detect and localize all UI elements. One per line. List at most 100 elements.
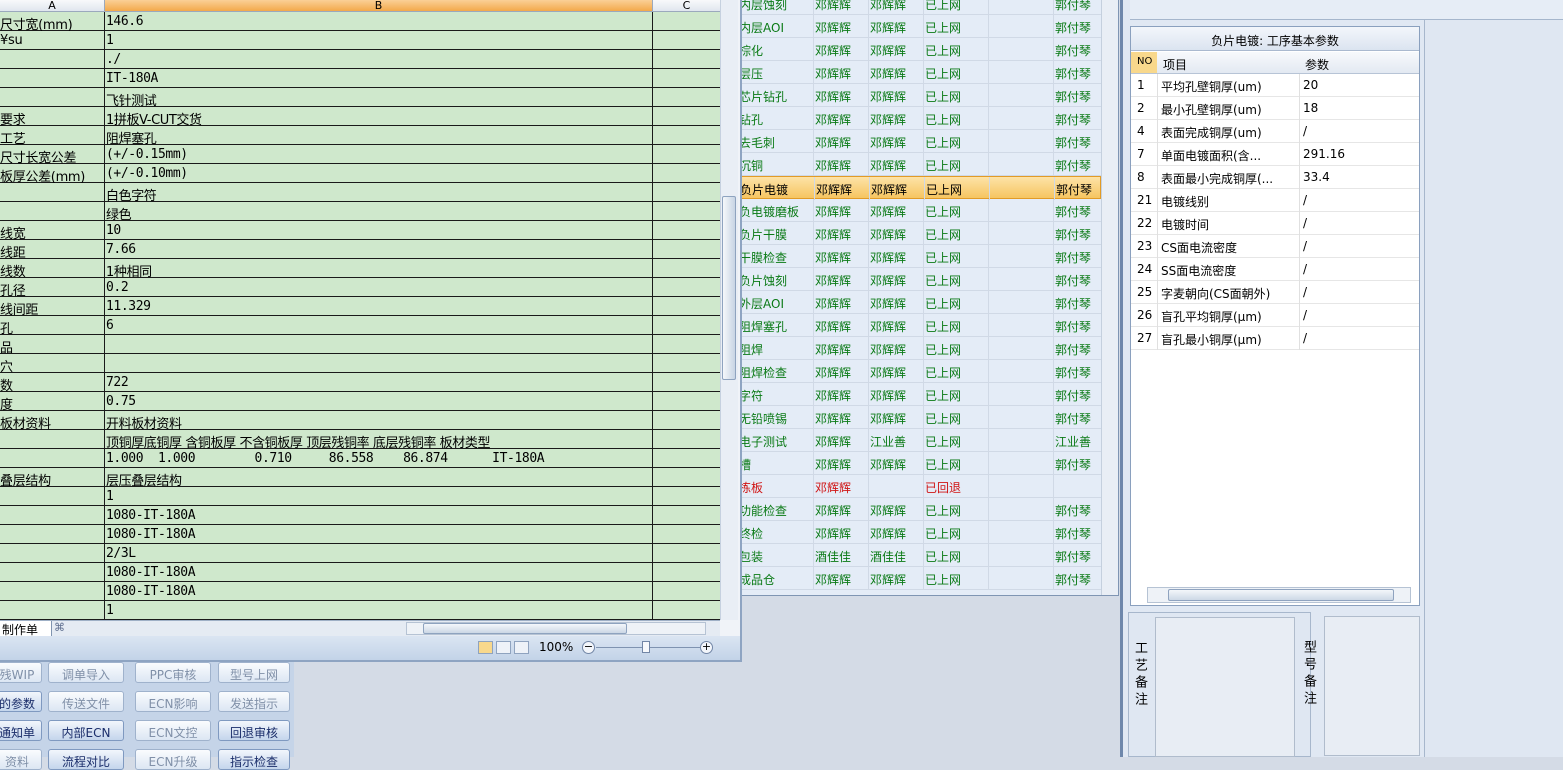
sheet-tab[interactable]: 制作单 xyxy=(0,621,52,637)
cell-b[interactable]: 1080-IT-180A xyxy=(106,584,652,599)
process-row[interactable]: 负片干膜 邓辉辉 邓辉辉 已上网 郭付琴 xyxy=(735,222,1101,245)
process-row[interactable]: 内层蚀刻 邓辉辉 邓辉辉 已上网 郭付琴 xyxy=(735,0,1101,15)
param-scroll-thumb[interactable] xyxy=(1168,589,1394,601)
sheet-row[interactable]: 1080-IT-180A xyxy=(0,582,720,601)
sheet-row[interactable]: 尺寸长宽公差 (+/-0.15mm) xyxy=(0,145,720,166)
process-row[interactable]: 芯片钻孔 邓辉辉 邓辉辉 已上网 郭付琴 xyxy=(735,84,1101,107)
cell-b[interactable]: 1 xyxy=(106,603,652,618)
process-row[interactable]: 负片电镀 邓辉辉 邓辉辉 已上网 郭付琴 xyxy=(735,176,1101,200)
action-button[interactable]: PPC审核 xyxy=(135,662,211,683)
zoom-slider-thumb[interactable] xyxy=(642,641,650,653)
param-row[interactable]: 21 电镀线别 / xyxy=(1131,189,1419,212)
action-button[interactable]: 指示检查 xyxy=(218,749,290,770)
param-row[interactable]: 23 CS面电流密度 / xyxy=(1131,235,1419,258)
cell-b[interactable]: IT-180A xyxy=(106,71,652,86)
param-row[interactable]: 2 最小孔壁铜厚(um) 18 xyxy=(1131,97,1419,120)
action-button[interactable]: 的参数 xyxy=(0,691,42,712)
column-header-b[interactable]: B xyxy=(105,0,653,12)
sheet-row[interactable]: 线数 1种相同 xyxy=(0,259,720,280)
sheet-vertical-scrollbar[interactable] xyxy=(720,0,738,620)
process-row[interactable]: 功能检查 邓辉辉 邓辉辉 已上网 郭付琴 xyxy=(735,498,1101,521)
cell-a[interactable]: ¥su xyxy=(0,33,104,48)
sheet-row[interactable]: 孔6 xyxy=(0,316,720,337)
process-row[interactable]: 去毛刺 邓辉辉 邓辉辉 已上网 郭付琴 xyxy=(735,130,1101,153)
process-row[interactable]: 成品仓 邓辉辉 邓辉辉 已上网 郭付琴 xyxy=(735,567,1101,590)
sheet-row[interactable]: 板材资料 开料板材资料 xyxy=(0,411,720,432)
action-button[interactable]: ECN文控 xyxy=(135,720,211,741)
sheet-row[interactable]: 绿色 xyxy=(0,202,720,223)
process-row[interactable]: 槽 邓辉辉 邓辉辉 已上网 郭付琴 xyxy=(735,452,1101,475)
sheet-row[interactable]: 飞针测试 xyxy=(0,88,720,109)
process-row[interactable]: 干膜检查 邓辉辉 邓辉辉 已上网 郭付琴 xyxy=(735,245,1101,268)
page-break-view-icon[interactable] xyxy=(514,641,529,654)
model-memo-input[interactable] xyxy=(1324,616,1420,756)
action-button[interactable]: 流程对比 xyxy=(48,749,124,770)
craft-memo-input[interactable] xyxy=(1155,617,1295,757)
spreadsheet-grid[interactable]: 尺寸宽(mm) 146.6 ¥su 1 ./IT-180A 飞针测试 要求 1拼板V-CUT交… xyxy=(0,12,720,620)
sheet-row[interactable]: 数 722 xyxy=(0,373,720,394)
sheet-row[interactable]: 2/3L xyxy=(0,544,720,563)
normal-view-icon[interactable] xyxy=(478,641,493,654)
sheet-row[interactable]: 孔径 0.2 xyxy=(0,278,720,299)
cell-b[interactable]: 6 xyxy=(106,318,652,333)
sheet-row[interactable]: 线宽 10 xyxy=(0,221,720,242)
cell-b[interactable]: 7.66 xyxy=(106,242,652,257)
cell-b[interactable]: 1080-IT-180A xyxy=(106,508,652,523)
sheet-row[interactable]: 品 xyxy=(0,335,720,356)
sheet-row[interactable]: 线距 7.66 xyxy=(0,240,720,261)
cell-b[interactable]: 1080-IT-180A xyxy=(106,565,652,580)
param-horizontal-scrollbar[interactable] xyxy=(1147,587,1411,603)
process-row[interactable]: 无铅喷锡 邓辉辉 邓辉辉 已上网 郭付琴 xyxy=(735,406,1101,429)
action-button[interactable]: 发送指示 xyxy=(218,691,290,712)
sheet-row[interactable]: 尺寸宽(mm) 146.6 xyxy=(0,12,720,33)
param-header-item[interactable]: 项目 xyxy=(1163,56,1187,73)
param-row[interactable]: 7 单面电镀面积(含... 291.16 xyxy=(1131,143,1419,166)
sheet-row[interactable]: ¥su 1 xyxy=(0,31,720,50)
cell-b[interactable]: 1.000 1.000 0.710 86.558 86.874 IT-180A xyxy=(106,451,652,466)
process-row[interactable]: 包装 酒佳佳 酒佳佳 已上网 郭付琴 xyxy=(735,544,1101,567)
zoom-in-button[interactable]: + xyxy=(700,641,713,654)
sheet-row[interactable]: 穴 xyxy=(0,354,720,375)
new-sheet-icon[interactable]: ⌘ xyxy=(54,621,65,634)
param-row[interactable]: 27 盲孔最小铜厚(μm) / xyxy=(1131,327,1419,350)
process-row[interactable]: 阻焊塞孔 邓辉辉 邓辉辉 已上网 郭付琴 xyxy=(735,314,1101,337)
sheet-row[interactable]: 叠层结构 层压叠层结构 xyxy=(0,468,720,489)
param-row[interactable]: 8 表面最小完成铜厚(... 33.4 xyxy=(1131,166,1419,189)
zoom-out-button[interactable]: − xyxy=(582,641,595,654)
cell-b[interactable]: 0.75 xyxy=(106,394,652,409)
cell-b[interactable]: 1 xyxy=(106,33,652,48)
sheet-horizontal-thumb[interactable] xyxy=(423,623,627,634)
process-row[interactable]: 层压 邓辉辉 邓辉辉 已上网 郭付琴 xyxy=(735,61,1101,84)
sheet-row[interactable]: IT-180A xyxy=(0,69,720,88)
cell-b[interactable]: 2/3L xyxy=(106,546,652,561)
sheet-row[interactable]: 1080-IT-180A xyxy=(0,525,720,544)
cell-b[interactable]: 146.6 xyxy=(106,14,652,29)
process-row[interactable]: 内层AOI 邓辉辉 邓辉辉 已上网 郭付琴 xyxy=(735,15,1101,38)
process-row[interactable]: 钻孔 邓辉辉 邓辉辉 已上网 郭付琴 xyxy=(735,107,1101,130)
cell-b[interactable]: (+/-0.10mm) xyxy=(106,166,652,181)
sheet-row[interactable]: 要求 1拼板V-CUT交货 xyxy=(0,107,720,128)
cell-b[interactable]: ./ xyxy=(106,52,652,67)
param-row[interactable]: 26 盲孔平均铜厚(μm) / xyxy=(1131,304,1419,327)
param-header-value[interactable]: 参数 xyxy=(1305,56,1329,73)
param-row[interactable]: 24 SS面电流密度 / xyxy=(1131,258,1419,281)
sheet-row[interactable]: 度 0.75 xyxy=(0,392,720,413)
cell-b[interactable]: 11.329 xyxy=(106,299,652,314)
process-row[interactable]: 沉铜 邓辉辉 邓辉辉 已上网 郭付琴 xyxy=(735,153,1101,176)
cell-b[interactable]: 722 xyxy=(106,375,652,390)
param-row[interactable]: 25 字麦朝向(CS面朝外) / xyxy=(1131,281,1419,304)
page-layout-view-icon[interactable] xyxy=(496,641,511,654)
cell-b[interactable]: (+/-0.15mm) xyxy=(106,147,652,162)
sheet-row[interactable]: 板厚公差(mm) (+/-0.10mm) xyxy=(0,164,720,185)
process-row[interactable]: 字符 邓辉辉 邓辉辉 已上网 郭付琴 xyxy=(735,383,1101,406)
sheet-row[interactable]: 1080-IT-180A xyxy=(0,506,720,525)
process-list-scrollbar[interactable] xyxy=(1101,0,1118,595)
process-row[interactable]: 终检 邓辉辉 邓辉辉 已上网 郭付琴 xyxy=(735,521,1101,544)
cell-b[interactable]: 1 xyxy=(106,489,652,504)
param-row[interactable]: 1 平均孔壁铜厚(um) 20 xyxy=(1131,74,1419,97)
action-button[interactable]: 调单导入 xyxy=(48,662,124,683)
sheet-row[interactable]: 1.000 1.000 0.710 86.558 86.874 IT-180A xyxy=(0,449,720,468)
param-row[interactable]: 4 表面完成铜厚(um) / xyxy=(1131,120,1419,143)
process-row[interactable]: 拣板 邓辉辉 已回退 xyxy=(735,475,1101,498)
sheet-row[interactable]: 1 xyxy=(0,601,720,620)
